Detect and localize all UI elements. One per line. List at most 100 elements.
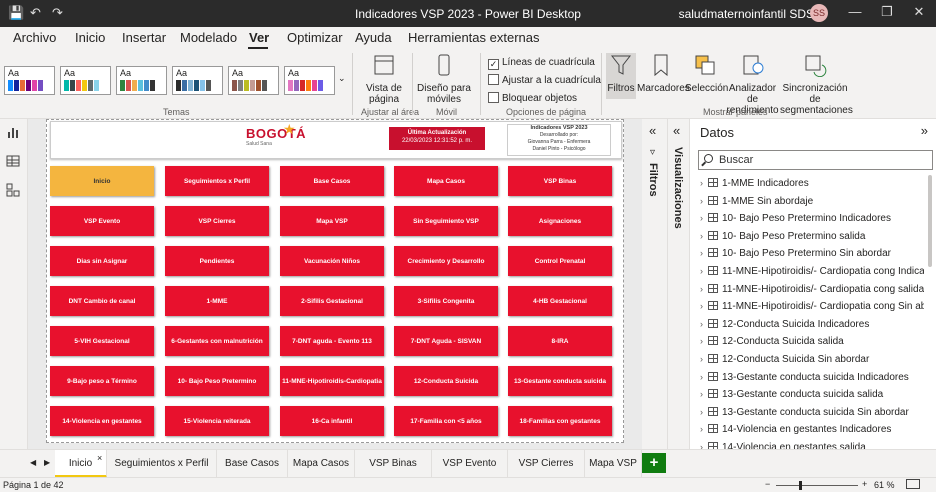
nav-button[interactable]: 6-Gestantes con malnutrición (165, 326, 269, 356)
nav-button[interactable]: 2-Sifilis Gestacional (280, 286, 384, 316)
diseno-moviles-button[interactable]: Diseño para móviles (416, 53, 472, 105)
field-table-item[interactable]: › 10- Bajo Peso Pretermino Indicadores (700, 213, 924, 231)
tab-archivo[interactable]: Archivo (13, 30, 56, 45)
nav-button[interactable]: 1-MME (165, 286, 269, 316)
nav-button[interactable]: 17-Familia con <5 años (394, 406, 498, 436)
nav-button[interactable]: 11-MNE-Hipotiroidis-Cardiopatia (280, 366, 384, 396)
chevron-right-icon[interactable]: › (700, 407, 708, 417)
nav-button[interactable]: DNT Cambio de canal (50, 286, 154, 316)
field-table-item[interactable]: › 12-Conducta Suicida Sin abordar (700, 354, 924, 372)
nav-button[interactable]: VSP Evento (50, 206, 154, 236)
restore-icon[interactable]: ❐ (872, 4, 902, 20)
theme-swatch-6[interactable]: Aa (284, 66, 335, 95)
model-view-icon[interactable] (6, 183, 20, 197)
add-page-button[interactable]: + (642, 453, 666, 473)
theme-swatch-3[interactable]: Aa (116, 66, 167, 95)
next-page-icon[interactable]: ▶ (44, 458, 50, 467)
chevron-down-icon[interactable]: ⌄ (338, 73, 346, 84)
nav-button[interactable]: VSP Binas (508, 166, 612, 196)
field-table-item[interactable]: › 13-Gestante conducta suicida Sin aborda… (700, 406, 924, 425)
theme-swatch-2[interactable]: Aa (60, 66, 111, 95)
field-table-item[interactable]: › 11-MNE-Hipotiroidis/- Cardiopatia cong … (700, 283, 924, 302)
chevron-right-icon[interactable]: › (700, 284, 708, 294)
nav-button[interactable]: Vacunación Niños (280, 246, 384, 276)
chevron-right-icon[interactable]: › (700, 231, 708, 241)
ajustar-cuadricula-checkbox[interactable]: Ajustar a la cuadrícula (488, 74, 601, 86)
nav-button[interactable]: Base Casos (280, 166, 384, 196)
chevron-right-icon[interactable]: › (700, 424, 708, 434)
nav-button[interactable]: Seguimientos x Perfil (165, 166, 269, 196)
visualizations-pane-collapsed[interactable]: « Visualizaciones (668, 119, 690, 449)
nav-button[interactable]: Dias sin Asignar (50, 246, 154, 276)
report-view-icon[interactable] (6, 125, 20, 139)
search-input[interactable]: Buscar (698, 150, 933, 170)
nav-button[interactable]: 10- Bajo Peso Pretermino (165, 366, 269, 396)
nav-button[interactable]: 16-Ca infantil (280, 406, 384, 436)
field-table-item[interactable]: › 14-Violencia en gestantes Indicadores (700, 424, 924, 442)
tab-herramientas-externas[interactable]: Herramientas externas (408, 30, 540, 45)
chevron-right-icon[interactable]: › (700, 301, 708, 311)
chevron-right-icon[interactable]: › (700, 372, 708, 382)
nav-button[interactable]: 8-IRA (508, 326, 612, 356)
chevron-right-icon[interactable]: › (700, 319, 708, 329)
field-table-item[interactable]: › 12-Conducta Suicida salida (700, 336, 924, 354)
table-view-icon[interactable] (6, 154, 20, 168)
chevron-right-icon[interactable]: › (700, 178, 708, 188)
field-table-item[interactable]: › 13-Gestante conducta suicida Indicadore… (700, 371, 924, 390)
page-tab[interactable]: VSP Binas (355, 450, 432, 478)
nav-button[interactable]: Mapa VSP (280, 206, 384, 236)
zoom-slider[interactable] (776, 485, 858, 486)
nav-button[interactable]: 7-DNT aguda - Evento 113 (280, 326, 384, 356)
close-icon[interactable]: ✕ (904, 4, 934, 20)
sincronizacion-segmentaciones-button[interactable]: Sincronización de segmentaciones (780, 53, 853, 116)
theme-swatch-1[interactable]: Aa (4, 66, 55, 95)
marcadores-pane-button[interactable]: Marcadores (637, 53, 690, 94)
zoom-out-icon[interactable]: − (765, 479, 770, 489)
close-page-icon[interactable]: × (97, 453, 102, 463)
nav-button[interactable]: 18-Familias con gestantes (508, 406, 612, 436)
nav-button[interactable]: Mapa Casos (394, 166, 498, 196)
tab-modelado[interactable]: Modelado (180, 30, 237, 45)
chevron-right-icon[interactable]: › (700, 213, 708, 223)
chevron-right-icon[interactable]: › (700, 389, 708, 399)
zoom-in-icon[interactable]: + (862, 479, 867, 489)
chevron-right-icon[interactable]: › (700, 354, 708, 364)
tab-inicio[interactable]: Inicio (75, 30, 105, 45)
chevron-right-icon[interactable]: › (700, 248, 708, 258)
filters-pane-collapsed[interactable]: « ▿ Filtros (642, 119, 668, 449)
field-table-item[interactable]: › 1-MME Indicadores (700, 178, 924, 196)
nav-button[interactable]: Crecimiento y Desarrollo (394, 246, 498, 276)
nav-button[interactable]: 9-Bajo peso a Término (50, 366, 154, 396)
prev-page-icon[interactable]: ◀ (30, 458, 36, 467)
collapse-right-icon[interactable]: » (921, 123, 928, 138)
page-tab[interactable]: Seguimientos x Perfil (107, 450, 217, 478)
user-name[interactable]: saludmaternoinfantil SDS (679, 7, 814, 21)
field-table-item[interactable]: › 10- Bajo Peso Pretermino salida (700, 230, 924, 249)
nav-button[interactable]: VSP Cierres (165, 206, 269, 236)
filtros-pane-button[interactable]: Filtros (606, 53, 636, 99)
nav-button[interactable]: 7-DNT Aguda - SISVAN (394, 326, 498, 356)
bloquear-objetos-checkbox[interactable]: Bloquear objetos (488, 92, 577, 104)
chevron-right-icon[interactable]: › (700, 196, 708, 206)
avatar[interactable]: SS (810, 4, 828, 22)
tab-ver[interactable]: Ver (249, 30, 269, 45)
field-table-item[interactable]: › 10- Bajo Peso Pretermino Sin abordar (700, 248, 924, 266)
nav-button[interactable]: 3-Sifilis Congenita (394, 286, 498, 316)
nav-button[interactable]: 12-Conducta Suicida (394, 366, 498, 396)
scrollbar[interactable] (928, 175, 932, 267)
nav-button[interactable]: Inicio (50, 166, 154, 196)
tab-insertar[interactable]: Insertar (122, 30, 166, 45)
nav-button[interactable]: 15-Violencia reiterada (165, 406, 269, 436)
theme-swatch-5[interactable]: Aa (228, 66, 279, 95)
zoom-slider-thumb[interactable] (799, 481, 802, 490)
nav-button[interactable]: Pendientes (165, 246, 269, 276)
page-tab[interactable]: Mapa VSP (585, 450, 642, 478)
nav-button[interactable]: 14-Violencia en gestantes (50, 406, 154, 436)
field-table-item[interactable]: › 1-MME Sin abordaje (700, 195, 924, 214)
minimize-icon[interactable]: — (840, 4, 870, 19)
page-tab[interactable]: VSP Evento (432, 450, 508, 478)
field-table-item[interactable]: › 11-MNE-Hipotiroidis/- Cardiopatia cong … (700, 301, 924, 319)
nav-button[interactable]: Asignaciones (508, 206, 612, 236)
nav-button[interactable]: 5-VIH Gestacional (50, 326, 154, 356)
page-tab[interactable]: Mapa Casos (288, 450, 355, 478)
